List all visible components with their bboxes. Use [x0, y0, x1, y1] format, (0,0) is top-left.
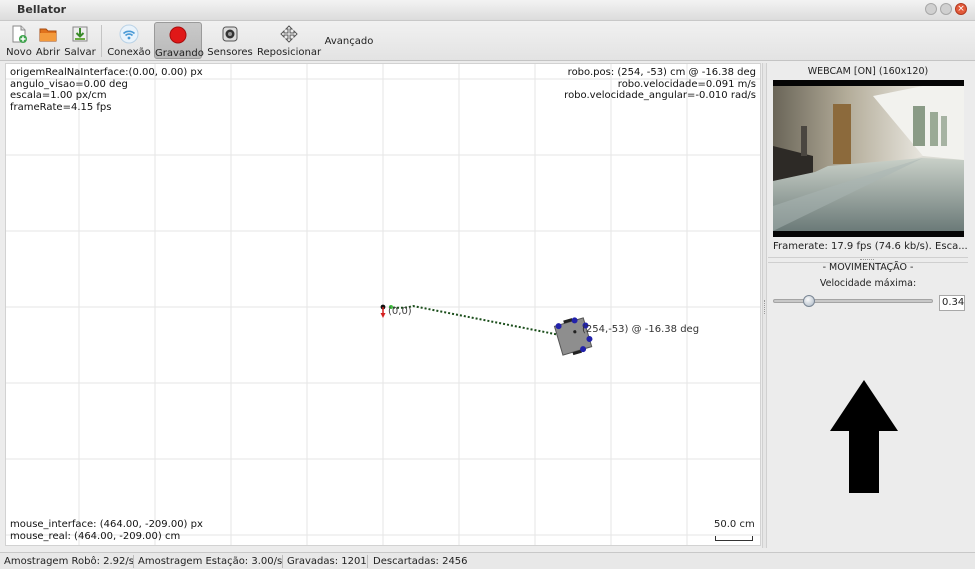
webcam-view	[773, 80, 964, 237]
recorded-status: Gravadas: 1201	[287, 556, 367, 567]
maximize-button[interactable]	[940, 3, 952, 15]
mouse-info: mouse_interface: (464.00, -209.00) px mo…	[10, 519, 203, 542]
connection-label: Conexão	[107, 47, 151, 58]
robot-angular-speed-info: robo.velocidade_angular=-0.010 rad/s	[564, 90, 756, 101]
origin-label: (0,0)	[388, 306, 412, 317]
framerate-info: frameRate=4.15 fps	[10, 101, 112, 113]
canvas-info-left: origemRealNaInterface:(0.00, 0.00) px an…	[10, 67, 203, 113]
view-angle-info: angulo_visao=0.00 deg	[10, 78, 128, 90]
map-grid: (0,0) (254,-53) @ -16.38 deg	[6, 64, 760, 545]
scale-info: escala=1.00 px/cm	[10, 90, 107, 101]
scale-bar	[715, 536, 753, 541]
toolbar-separator	[101, 25, 102, 57]
window-title: Bellator	[17, 3, 67, 16]
map-canvas[interactable]: (0,0) (254,-53) @ -16.38 deg origemRealNa…	[5, 63, 761, 546]
mouse-real-info: mouse_real: (464.00, -209.00) cm	[10, 530, 181, 542]
max-speed-value[interactable]: 0.34	[939, 295, 965, 311]
recording-label: Gravando	[155, 48, 204, 59]
open-label: Abrir	[35, 47, 61, 58]
open-folder-icon	[39, 28, 57, 42]
robot-position-info: robo.pos: (254, -53) cm @ -16.38 deg	[567, 67, 756, 78]
horizontal-splitter-grip[interactable]	[860, 259, 874, 261]
status-separator	[367, 555, 368, 568]
save-download-icon	[72, 26, 88, 42]
slider-track[interactable]	[773, 299, 933, 303]
wifi-icon	[119, 24, 139, 44]
record-icon	[169, 26, 187, 44]
splitter-grip[interactable]	[764, 300, 766, 314]
scale-label: 50.0 cm	[714, 519, 755, 530]
sensors-button[interactable]: Sensores	[206, 22, 254, 59]
window-controls: ×	[925, 3, 967, 15]
mouse-interface-info: mouse_interface: (464.00, -209.00) px	[10, 519, 203, 530]
origin-info: origemRealNaInterface:(0.00, 0.00) px	[10, 67, 203, 78]
robot-speed-info: robo.velocidade=0.091 m/s	[617, 78, 756, 90]
origin-arrow-icon	[380, 313, 386, 318]
advanced-label: Avançado	[324, 36, 374, 47]
open-button[interactable]: Abrir	[35, 22, 61, 59]
title-bar: Bellator ×	[0, 0, 975, 21]
slider-thumb[interactable]	[802, 295, 815, 307]
new-label: Novo	[6, 47, 32, 58]
close-button[interactable]: ×	[955, 3, 967, 15]
move-arrows-icon	[280, 25, 298, 43]
vertical-splitter[interactable]	[762, 63, 767, 548]
minimize-button[interactable]	[925, 3, 937, 15]
movement-title: - MOVIMENTAÇÃO -	[822, 262, 914, 273]
robot-sampling-status: Amostragem Robô: 2.92/s	[4, 556, 134, 567]
status-separator	[282, 555, 283, 568]
robot-icon	[553, 317, 593, 356]
robot-path	[388, 304, 577, 340]
discarded-status: Descartadas: 2456	[373, 556, 468, 567]
new-button[interactable]: Novo	[5, 22, 33, 59]
max-speed-label: Velocidade máxima:	[819, 278, 917, 289]
reposition-label: Reposicionar	[257, 47, 322, 58]
max-speed-slider[interactable]	[773, 294, 933, 308]
status-separator	[133, 555, 134, 568]
webcam-title: WEBCAM [ON] (160x120)	[807, 66, 929, 77]
camera-sensor-icon	[222, 26, 238, 42]
webcam-image	[773, 86, 964, 231]
save-button[interactable]: Salvar	[64, 22, 96, 59]
toolbar: Novo Abrir Salvar Conexão Gravando Senso…	[0, 21, 975, 61]
sensors-label: Sensores	[207, 47, 253, 58]
right-panel: WEBCAM [ON] (160x120) Framerate: 17.9 fp…	[768, 63, 968, 548]
recording-button[interactable]: Gravando	[154, 22, 204, 59]
robot-pose-label: (254,-53) @ -16.38 deg	[582, 324, 699, 335]
save-label: Salvar	[64, 47, 96, 58]
canvas-info-right: robo.pos: (254, -53) cm @ -16.38 deg rob…	[564, 67, 756, 102]
reposition-button[interactable]: Reposicionar	[257, 22, 321, 59]
status-bar: Amostragem Robô: 2.92/s Amostragem Estaç…	[0, 552, 975, 569]
connection-button[interactable]: Conexão	[106, 22, 152, 59]
up-arrow-icon	[830, 380, 898, 493]
webcam-framerate: Framerate: 17.9 fps (74.6 kb/s). Esca...	[773, 241, 968, 252]
new-file-icon	[12, 25, 27, 43]
station-sampling-status: Amostragem Estação: 3.00/s	[138, 556, 283, 567]
